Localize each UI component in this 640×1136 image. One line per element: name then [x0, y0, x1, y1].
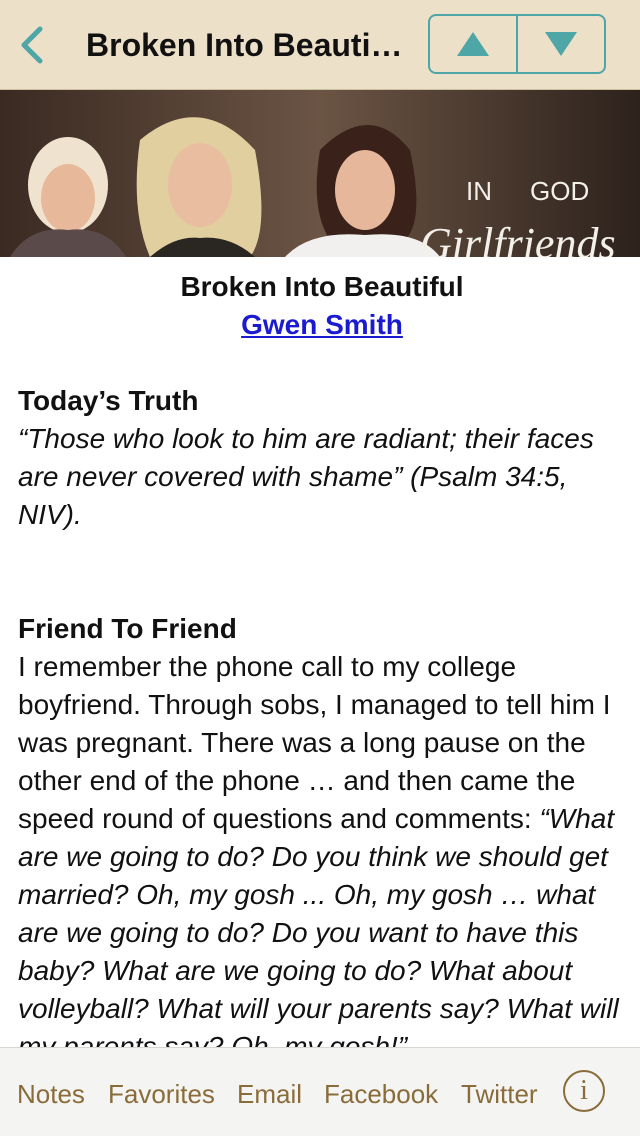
info-icon: i — [580, 1075, 588, 1106]
author-link[interactable]: Gwen Smith — [241, 309, 403, 340]
twitter-button[interactable]: Twitter — [461, 1078, 538, 1110]
article-header: Broken Into Beautiful Gwen Smith Today’s… — [18, 268, 626, 534]
friend-text: I remember the phone call to my college … — [18, 651, 611, 834]
next-article-button[interactable] — [516, 16, 604, 72]
facebook-button[interactable]: Facebook — [324, 1078, 438, 1110]
truth-text: “Those who look to him are radiant; thei… — [18, 423, 594, 530]
header-banner-image: Girlfriends IN GOD — [0, 90, 640, 257]
info-button[interactable]: i — [563, 1070, 605, 1112]
truth-heading: Today’s Truth — [18, 385, 199, 416]
article-title: Broken Into Beautiful — [180, 271, 464, 302]
triangle-down-icon — [545, 32, 577, 56]
photo-woman-center — [136, 117, 262, 257]
favorites-button[interactable]: Favorites — [108, 1078, 215, 1110]
banner-logo-in: IN — [466, 176, 492, 206]
triangle-up-icon — [457, 32, 489, 56]
friend-quote: “What are we going to do? Do you think w… — [18, 803, 619, 1047]
notes-button[interactable]: Notes — [17, 1078, 85, 1110]
banner-logo-script: Girlfriends — [420, 219, 616, 257]
banner-logo-god: GOD — [530, 176, 589, 206]
chevron-left-icon — [21, 26, 43, 64]
friend-paragraph: I remember the phone call to my college … — [18, 648, 630, 1047]
friend-heading: Friend To Friend — [18, 613, 237, 644]
bottom-toolbar: Notes Favorites Email Facebook Twitter i — [0, 1047, 640, 1136]
prev-next-segmented-control — [428, 14, 606, 74]
email-button[interactable]: Email — [237, 1078, 302, 1110]
navigation-bar: Broken Into Beauti… — [0, 0, 640, 90]
previous-article-button[interactable] — [430, 16, 516, 72]
article-body[interactable]: Friend To Friend I remember the phone ca… — [18, 610, 630, 1047]
back-button[interactable] — [14, 22, 50, 68]
page-title: Broken Into Beauti… — [86, 27, 403, 63]
